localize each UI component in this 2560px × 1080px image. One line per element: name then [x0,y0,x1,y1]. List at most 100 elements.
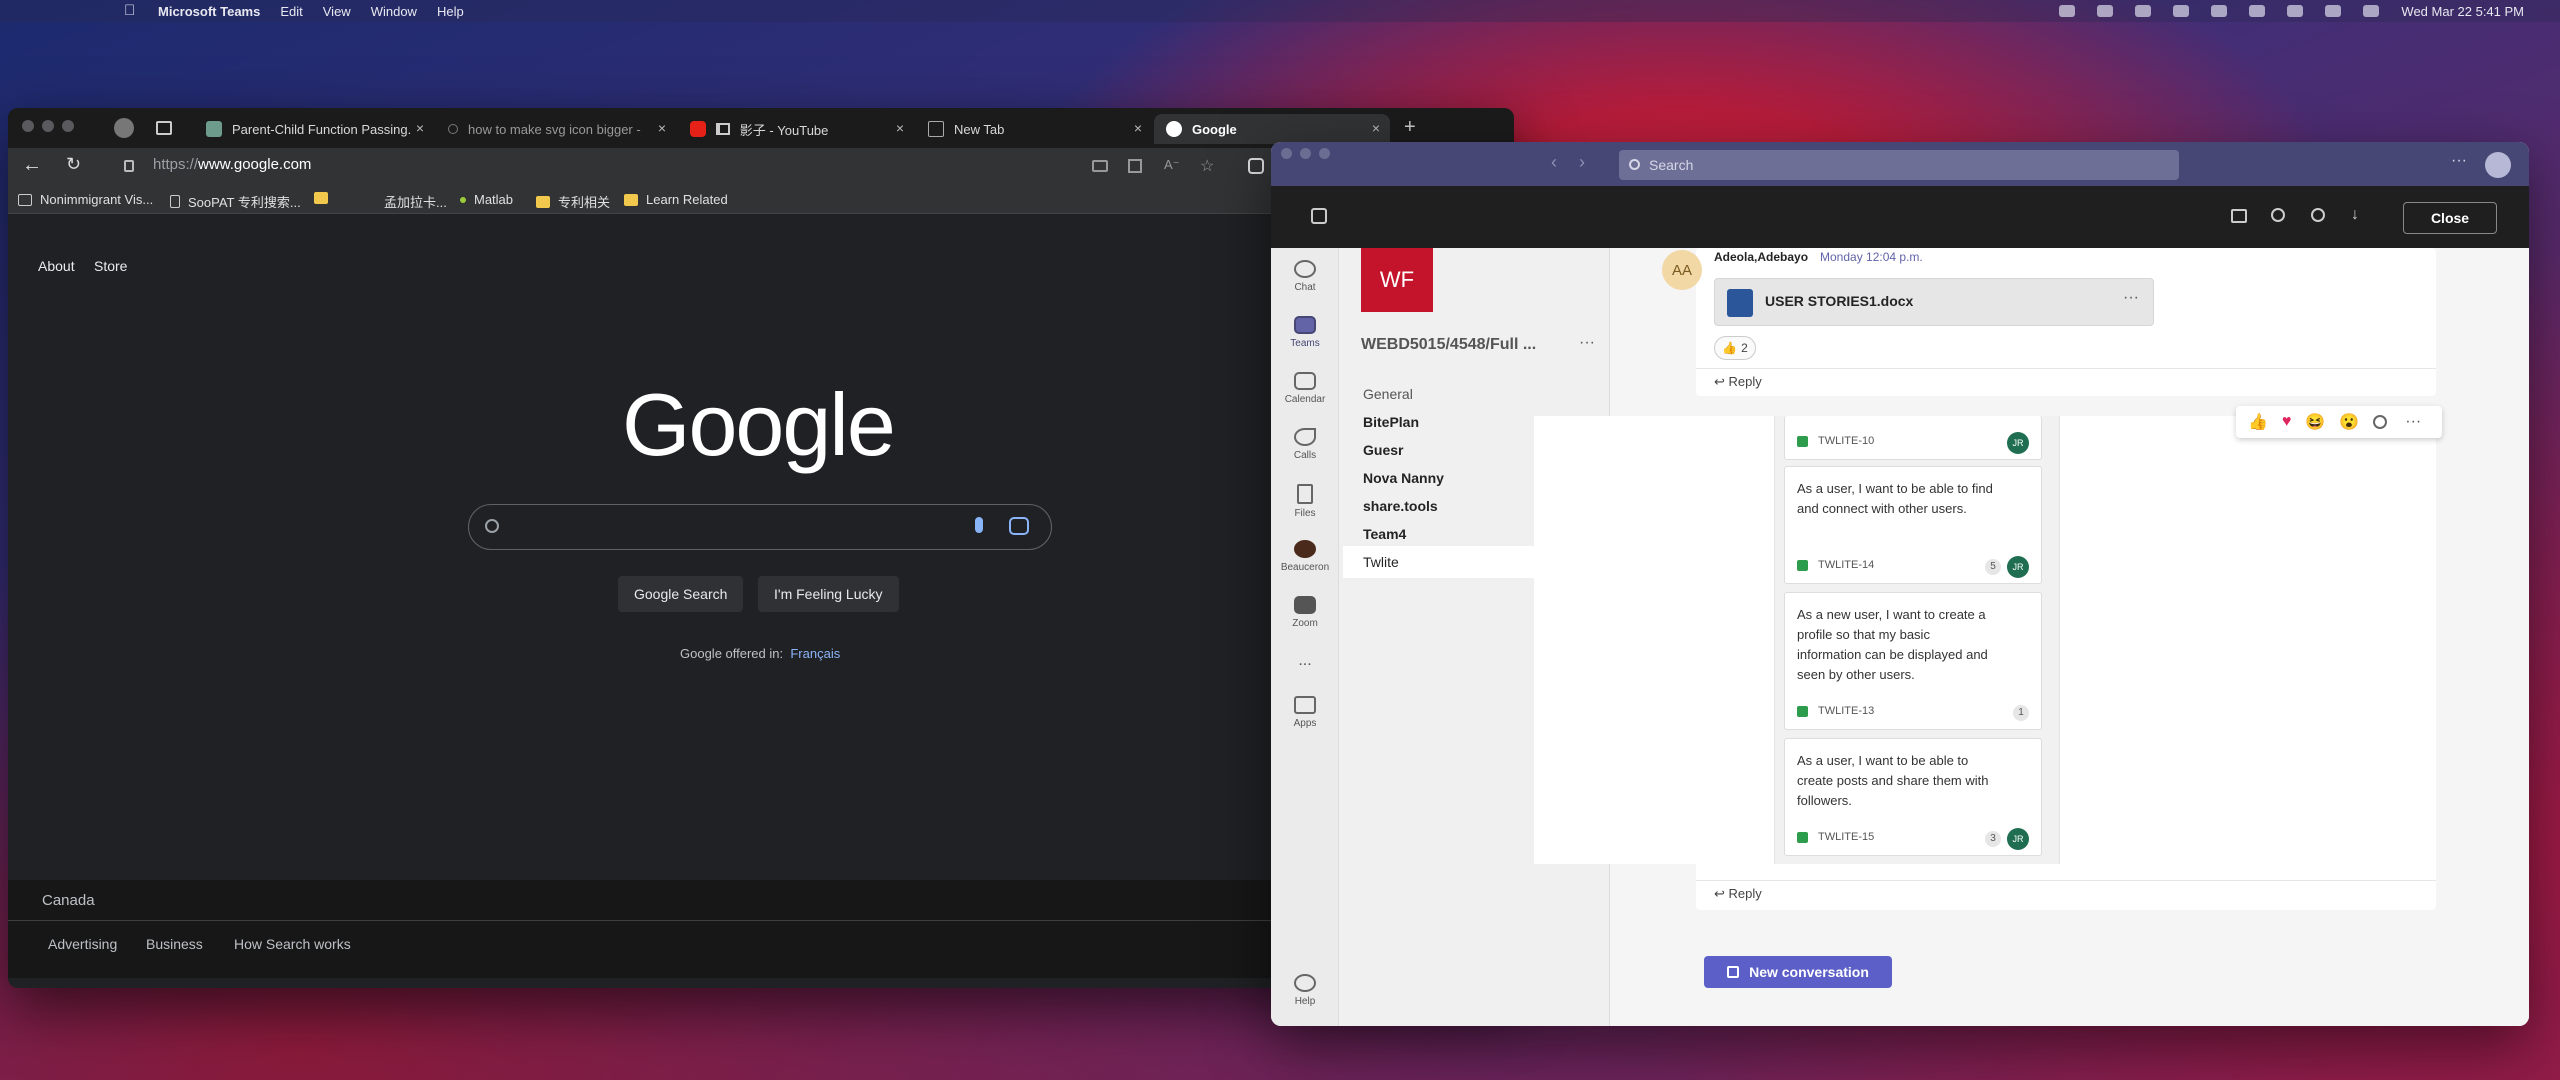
bookmark-bangla[interactable]: 孟加拉卡... [384,192,447,211]
wifi-icon[interactable] [2249,5,2266,17]
menu-edit[interactable]: Edit [280,4,302,19]
about-link[interactable]: About [38,258,75,274]
rail-calls[interactable]: Calls [1271,428,1339,461]
menu-app-name[interactable]: Microsoft Teams [158,4,260,19]
extensions-icon[interactable] [1248,158,1264,174]
cloud-icon[interactable] [2059,5,2076,17]
tab-svg-search[interactable]: how to make svg icon bigger - × [436,114,676,144]
menu-help[interactable]: Help [437,4,464,19]
team-tile[interactable]: WF [1361,248,1433,312]
tab-new-tab[interactable]: New Tab × [916,114,1152,144]
surprised-icon[interactable]: 😮 [2339,412,2359,432]
favorite-icon[interactable]: ☆ [1200,156,1214,176]
reaction-pill[interactable]: 👍 2 [1714,336,1756,360]
file-more-icon[interactable]: ··· [2123,289,2139,307]
channel-twlite[interactable]: Twlite [1363,554,1399,570]
minimize-window-button[interactable] [42,120,54,132]
clock[interactable]: Wed Mar 22 5:41 PM [2401,4,2524,19]
close-button[interactable]: Close [2403,202,2497,234]
microphone-icon[interactable] [975,517,983,533]
minimize-window-button[interactable] [1300,148,1311,159]
issue-card[interactable]: TWLITE-10 JR [1784,416,2042,460]
close-tab-icon[interactable]: × [416,120,424,136]
apple-icon[interactable]:  [124,3,138,19]
menu-window[interactable]: Window [371,4,417,19]
menu-view[interactable]: View [323,4,351,19]
tab-parent-child[interactable]: Parent-Child Function Passing. × [194,114,434,144]
close-tab-icon[interactable]: × [1134,120,1142,136]
zoom-window-button[interactable] [1319,148,1330,159]
text-input-icon[interactable] [2135,5,2152,17]
back-icon[interactable]: ‹ [1551,152,1557,173]
close-window-button[interactable] [22,120,34,132]
lock-icon[interactable] [124,160,134,172]
rail-files[interactable]: Files [1271,484,1339,519]
avatar[interactable]: AA [1662,250,1702,290]
add-reaction-icon[interactable] [2373,415,2388,429]
search-input[interactable] [468,504,1052,550]
spotlight-icon[interactable] [2287,5,2304,17]
channel-biteplan[interactable]: BitePlan [1363,414,1419,430]
bookmark-soopat[interactable]: SooPAT 专利搜索... [170,192,301,211]
close-tab-icon[interactable]: × [896,120,904,136]
tab-actions-icon[interactable] [156,121,172,135]
rail-calendar[interactable]: Calendar [1271,372,1339,405]
post-author[interactable]: Adeola,Adebayo [1714,250,1808,264]
profile-icon[interactable] [114,118,134,138]
control-center-icon[interactable] [2325,5,2342,17]
issue-card[interactable]: As a user, I want to be able to find and… [1784,466,2042,584]
close-window-button[interactable] [1281,148,1292,159]
google-search-button[interactable]: Google Search [618,576,744,612]
zoom-in-icon[interactable] [2311,208,2325,222]
issue-card[interactable]: As a new user, I want to create a profil… [1784,592,2042,730]
issue-card[interactable]: As a user, I want to be able to create p… [1784,738,2042,856]
tab-youtube[interactable]: 影子 - YouTube × [678,114,914,144]
like-icon[interactable]: 👍 [2248,412,2268,432]
rail-apps[interactable]: Apps [1271,696,1339,729]
laugh-icon[interactable]: 😆 [2305,412,2325,432]
forward-icon[interactable]: › [1579,152,1585,173]
close-tab-icon[interactable]: × [1372,120,1380,136]
more-options-icon[interactable]: ··· [2405,413,2421,431]
file-attachment[interactable]: USER STORIES1.docx ··· [1714,278,2154,326]
channel-nova-nanny[interactable]: Nova Nanny [1363,470,1444,486]
back-icon[interactable]: ← [22,154,42,177]
siri-icon[interactable] [2363,5,2380,17]
tab-google[interactable]: Google × [1154,114,1390,144]
how-search-works-link[interactable]: How Search works [234,936,351,952]
read-aloud-icon[interactable]: A⁻ [1164,157,1180,173]
channel-general[interactable]: General [1363,386,1413,402]
bookmark-nonimmigrant[interactable]: Nonimmigrant Vis... [18,192,153,207]
zoom-out-icon[interactable] [2271,208,2285,222]
rail-beauceron[interactable]: Beauceron [1271,540,1339,573]
bookmark-learn[interactable]: Learn Related [624,192,728,207]
more-options-icon[interactable]: ··· [2451,152,2467,170]
rail-zoom[interactable]: Zoom [1271,596,1339,629]
business-link[interactable]: Business [146,936,203,952]
url-field[interactable]: https://www.google.com [153,156,311,173]
advertising-link[interactable]: Advertising [48,936,117,952]
rail-chat[interactable]: Chat [1271,260,1339,293]
control-icon[interactable] [2173,5,2190,17]
channel-share-tools[interactable]: share.tools [1363,498,1438,514]
reply-link[interactable]: ↩ Reply [1714,374,1762,390]
new-tab-button[interactable]: + [1404,116,1416,139]
avatar[interactable] [2485,152,2511,178]
bookmark-folder[interactable] [314,192,336,204]
channel-guesr[interactable]: Guesr [1363,442,1403,458]
close-tab-icon[interactable]: × [658,120,666,136]
store-link[interactable]: Store [94,258,127,274]
creative-cloud-icon[interactable] [2097,5,2114,17]
rail-more[interactable]: ... [1271,652,1339,670]
rail-help[interactable]: Help [1271,974,1339,1007]
heart-icon[interactable]: ♥ [2282,413,2292,431]
battery-icon[interactable] [2211,5,2228,17]
screen-share-icon[interactable] [1092,160,1108,172]
search-input[interactable]: Search [1619,150,2179,180]
bookmark-patents[interactable]: 专利相关 [536,192,610,211]
reply-link[interactable]: ↩ Reply [1714,886,1762,902]
zoom-window-button[interactable] [62,120,74,132]
team-name[interactable]: WEBD5015/4548/Full ... [1361,336,1536,354]
qr-icon[interactable] [1128,159,1142,173]
language-link[interactable]: Français [790,646,840,661]
